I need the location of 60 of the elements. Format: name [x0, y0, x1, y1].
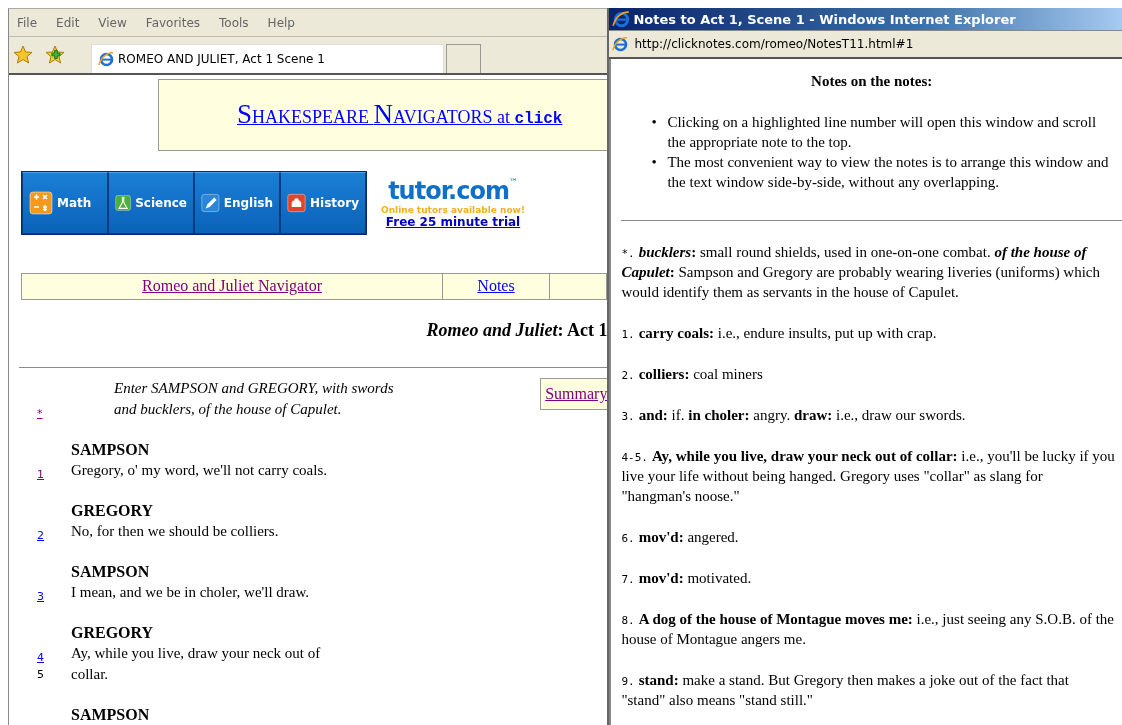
browser-icon	[98, 51, 114, 67]
tutor-logo: tutor.com™	[388, 176, 518, 205]
note-paragraph: 4-5. Ay, while you live, draw your neck out of collar: i.e., you'll be lucky if you live your life without being hanged. Gregory uses "collar" as slang for "hangman's noose."	[621, 447, 1116, 506]
verse-line: I mean, and we be in choler, we'll draw.	[71, 583, 311, 602]
note-paragraph: 6. mov'd: angered.	[621, 528, 740, 547]
speaker-name: SAMPSON	[71, 562, 151, 582]
menu-item[interactable]: Edit	[56, 15, 80, 30]
line-number-link[interactable]: 2	[37, 529, 71, 542]
math-icon	[29, 190, 53, 215]
note-paragraph: *. bucklers: small round shields, used in one-on-one combat. of the house of Capulet: Sampson and Gregory are probably wearing liveries (uniforms) which would identify them as servants in the house of Capulet.	[621, 243, 1102, 302]
window-title: Notes to Act 1, Scene 1 - Windows Internet Explorer	[633, 11, 1016, 27]
subject-button[interactable]: Science	[108, 171, 194, 234]
browser-icon	[612, 36, 629, 52]
line-number-link[interactable]: 4	[37, 651, 71, 664]
browser-tab[interactable]: ROMEO AND JULIET, Act 1 Scene 1	[91, 44, 444, 73]
note-paragraph: 1. carry coals: i.e., endure insults, put up with crap.	[621, 324, 938, 343]
notes-heading: Notes on the notes:	[810, 73, 934, 90]
line-number-link[interactable]: 1	[37, 468, 71, 481]
note-paragraph: 3. and: if. in choler: angry. draw: i.e., draw our swords.	[621, 406, 967, 425]
trial-link[interactable]: Free 25 minute trial	[385, 214, 521, 229]
speaker-name: SAMPSON	[71, 705, 151, 725]
scene-heading: Romeo and Juliet: Act 1	[425, 320, 608, 341]
speaker-name: SAMPSON	[71, 440, 151, 460]
verse-line: Gregory, o' my word, we'll not carry coals.	[71, 461, 329, 480]
bullet: •	[651, 153, 658, 172]
menu-item[interactable]: Help	[267, 15, 295, 30]
address-text: http://clicknotes.com/romeo/NotesT11.html#1	[634, 37, 914, 51]
verse-line: Ay, while you live, draw your neck out of	[71, 644, 322, 663]
ad-tagline: Online tutors available now!	[381, 204, 526, 215]
tip-text: Clicking on a highlighted line number will open this window and scroll the appropriate note to the top.	[667, 113, 1098, 152]
note-paragraph: 9. stand: make a stand. But Gregory then makes a joke out of the fact that "stand" also means "stand still."	[621, 671, 1070, 710]
speaker-name: GREGORY	[71, 623, 155, 643]
add-favorite-icon[interactable]	[45, 45, 65, 65]
menu-item[interactable]: Tools	[219, 15, 249, 30]
nav-link[interactable]: Romeo and Juliet Navigator	[142, 277, 322, 296]
line-number-link[interactable]: *	[37, 407, 114, 420]
line-number-link[interactable]: 3	[37, 590, 71, 603]
verse-line: collar.	[71, 665, 110, 684]
summary-link[interactable]: Summary	[545, 385, 608, 403]
verse-line: No, for then we should be colliers.	[71, 522, 280, 541]
menu-item[interactable]: Favorites	[145, 15, 201, 30]
favorites-star-icon[interactable]	[13, 45, 33, 65]
note-paragraph: 2. colliers: coal miners	[621, 365, 764, 384]
subject-button[interactable]: Math	[22, 171, 108, 234]
new-tab-button[interactable]	[446, 44, 481, 73]
note-paragraph: 8. A dog of the house of Montague moves me: i.e., just seeing any S.O.B. of the house of Montague angers me.	[621, 610, 1116, 649]
line-number: 5	[37, 668, 45, 681]
subject-button[interactable]: English	[194, 171, 280, 234]
menu-item[interactable]: View	[98, 15, 127, 30]
bullet: •	[651, 113, 658, 132]
speaker-name: GREGORY	[71, 501, 155, 521]
banner-link[interactable]: SHAKESPEARE NAVIGATORS at click	[237, 99, 563, 131]
tip-text: The most convenient way to view the notes is to arrange this window and the text window side-by-side, without any overlapping.	[667, 153, 1110, 192]
subject-button[interactable]: History	[280, 171, 366, 234]
tab-title: ROMEO AND JULIET, Act 1 Scene 1	[118, 52, 325, 66]
stage-direction: Enter SAMPSON and GREGORY, with swords and bucklers, of the house of Capulet.	[114, 379, 394, 419]
nav-link[interactable]: Notes	[477, 277, 515, 296]
note-paragraph: 7. mov'd: motivated.	[621, 569, 753, 588]
browser-icon	[612, 10, 631, 28]
menu-item[interactable]: File	[17, 15, 38, 30]
